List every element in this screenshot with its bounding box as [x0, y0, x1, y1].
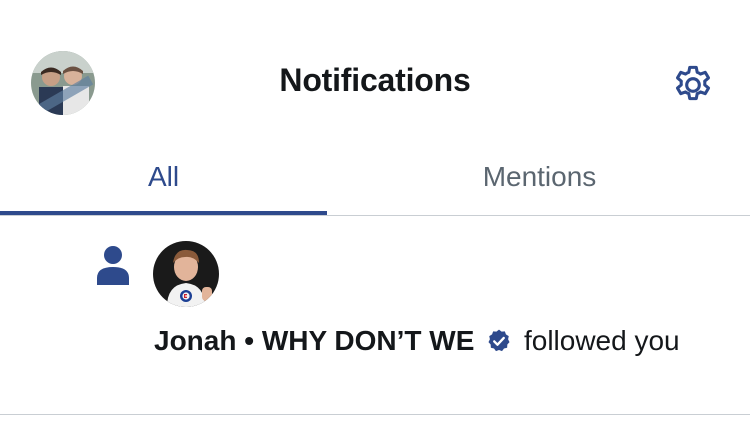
gear-icon[interactable] [670, 62, 716, 108]
person-icon [96, 245, 130, 285]
verified-badge-icon [486, 326, 512, 352]
tab-mentions[interactable]: Mentions [376, 150, 703, 214]
tab-all[interactable]: All [0, 150, 327, 214]
notification-action-text: followed you [523, 325, 680, 356]
item-divider [0, 414, 750, 415]
notifications-screen: Notifications All Mentions Jonah • WHY D… [0, 0, 750, 435]
notification-text: Jonah • WHY DON’T WE followed you [154, 322, 714, 359]
user-avatar-image [153, 241, 219, 307]
tab-bar: All Mentions [0, 150, 750, 216]
header: Notifications [0, 0, 750, 150]
page-title: Notifications [279, 62, 471, 98]
user-avatar[interactable] [153, 241, 219, 307]
actor-name[interactable]: Jonah • WHY DON’T WE [154, 325, 474, 356]
